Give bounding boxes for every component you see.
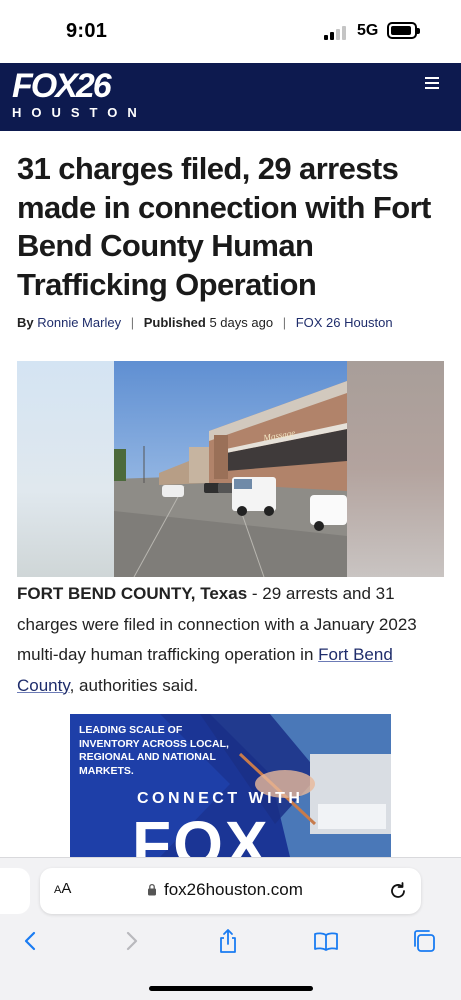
safari-toolbar: AA fox26houston.com (0, 857, 461, 1000)
published-time: 5 days ago (209, 315, 274, 330)
forward-icon[interactable] (118, 928, 144, 954)
strip-mall-photo: Massage (114, 361, 347, 577)
status-bar: 9:01 5G (0, 0, 461, 63)
network-type: 5G (357, 22, 379, 39)
share-icon[interactable] (215, 928, 241, 954)
logo-sub-text: HOUSTON (12, 105, 147, 120)
logo-main-text: FOX26 (12, 67, 112, 105)
published-label: Published (143, 315, 206, 330)
address-bar[interactable]: AA fox26houston.com (40, 868, 421, 914)
reader-aa-button[interactable]: AA (54, 880, 71, 897)
site-header: FOX26 HOUSTON (0, 63, 461, 131)
ad-connect-text: CONNECT WITH (137, 790, 304, 807)
home-indicator[interactable] (149, 986, 313, 991)
lock-icon (148, 883, 156, 896)
author-link[interactable]: Ronnie Marley (37, 315, 121, 330)
by-label: By (17, 315, 34, 330)
reload-icon[interactable] (387, 880, 409, 902)
byline-separator: | (130, 315, 135, 330)
hero-blur-right (347, 361, 444, 577)
article-headline: 31 charges filed, 29 arrests made in con… (17, 151, 431, 302)
body-text-part: , authorities said. (69, 675, 199, 695)
byline-separator: | (282, 315, 287, 330)
advertisement[interactable]: LEADING SCALE OF INVENTORY ACROSS LOCAL,… (70, 714, 391, 857)
hero-blur-left (17, 361, 114, 577)
previous-tab-card[interactable] (0, 868, 30, 914)
article-body-paragraph: FORT BEND COUNTY, Texas - 29 arrests and… (17, 579, 437, 701)
cellular-signal-icon (324, 24, 350, 40)
status-time: 9:01 (66, 20, 108, 42)
ad-fox-logo: FOX (132, 808, 270, 857)
fox26-logo[interactable]: FOX26 HOUSTON (12, 67, 152, 127)
dateline: FORT BEND COUNTY, Texas (17, 584, 248, 603)
source-link[interactable]: FOX 26 Houston (296, 315, 393, 330)
hero-image[interactable]: Massage (17, 361, 444, 577)
hamburger-menu-icon[interactable] (425, 77, 441, 91)
ad-headline: LEADING SCALE OF INVENTORY ACROSS LOCAL,… (79, 724, 229, 777)
battery-icon (387, 22, 420, 39)
tabs-icon[interactable] (411, 928, 437, 954)
back-icon[interactable] (18, 928, 44, 954)
bookmarks-icon[interactable] (313, 928, 339, 954)
byline: By Ronnie Marley | Published 5 days ago … (17, 315, 393, 330)
url-text: fox26houston.com (164, 880, 303, 899)
